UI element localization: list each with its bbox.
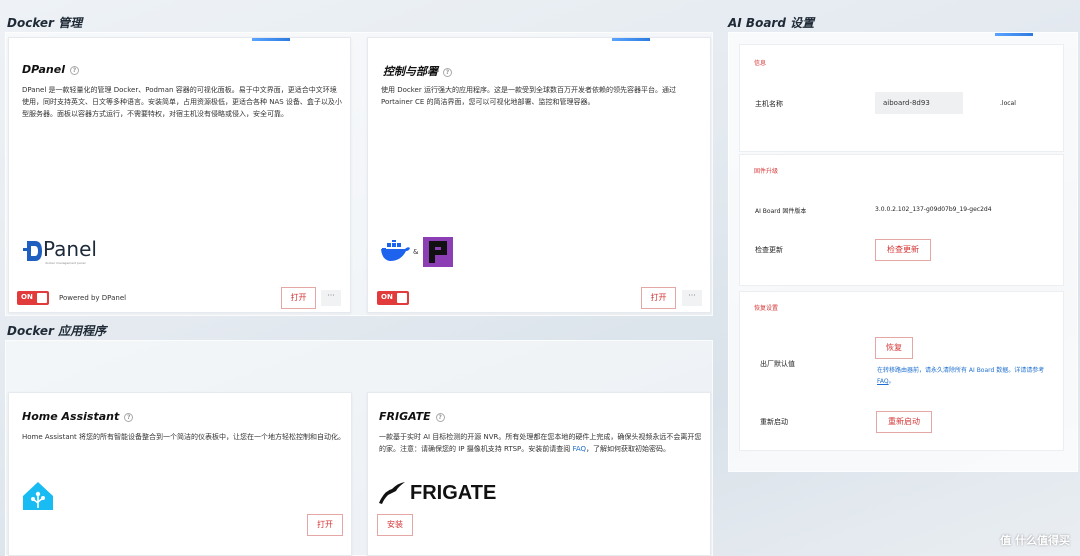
card-description: DPanel 是一款轻量化的管理 Docker、Podman 容器的可视化面板。… [22,86,342,118]
dpanel-open-button[interactable]: 打开 [281,287,316,309]
firmware-version-value: 3.0.0.2.102_137-g09d07b9_19-gec2d4 [875,206,992,213]
deploy-logos: & [381,234,461,268]
help-icon[interactable]: ? [443,67,452,77]
hostname-suffix: .local [1000,100,1016,107]
hostname-input[interactable] [875,92,963,114]
powered-by-text: Powered by DPanel [59,294,127,302]
toggle-knob [397,293,407,303]
reboot-label: 重新启动 [760,418,788,426]
docker-manage-title: Docker 管理 [7,16,83,30]
dpanel-toggle[interactable]: ON [17,291,49,305]
help-icon[interactable]: ? [124,412,134,422]
card-title: DPanel? [22,63,79,76]
faq-link[interactable]: FAQ [877,378,889,385]
frigate-bird-icon [379,482,405,504]
restore-button[interactable]: 恢复 [875,337,913,359]
ai-board-settings-title: AI Board 设置 [728,16,815,30]
home-assistant-icon [23,482,53,510]
faq-link[interactable]: FAQ [572,445,586,453]
firmware-section: 固件升级 AI Board 固件版本 3.0.0.2.102_137-g09d0… [739,154,1064,286]
desc-text: 在转移路由器前，请永久清除所有 AI Board 数据。详请请参考 [877,367,1045,374]
firmware-section-heading: 固件升级 [754,168,779,175]
dpanel-logo-subtitle: docker management panel [45,261,86,265]
restore-section: 恢复设置 出厂默认值 恢复 在转移路由器前，请永久清除所有 AI Board 数… [739,291,1064,451]
card-accent [995,33,1033,36]
home-assistant-card: Home Assistant? Home Assistant 将您的所有智能设备… [8,392,352,556]
docker-whale-icon [381,240,410,261]
frigate-logo-text: FRIGATE [410,482,497,504]
frigate-card: FRIGATE? 一款基于实时 AI 目标检测的开源 NVR。所有处理都在您本地… [367,392,711,556]
info-section-heading: 信息 [754,60,767,67]
check-update-label: 检查更新 [755,246,783,254]
card-title-text: 控制与部署 [383,65,438,78]
card-description: 使用 Docker 运行强大的应用程序。这是一款受到全球数百万开发者依赖的领先容… [381,86,676,106]
restore-section-heading: 恢复设置 [754,305,779,312]
card-description: 一款基于实时 AI 目标检测的开源 NVR。所有处理都在您本地的硬件上完成，确保… [379,431,703,455]
help-icon[interactable]: ? [435,412,445,422]
factory-default-label: 出厂默认值 [760,360,795,368]
card-title-text: Home Assistant [22,410,120,423]
desc-text: 。 [888,378,895,385]
ampersand-text: & [413,248,419,256]
card-title: 控制与部署? [383,63,452,79]
hostname-label: 主机名称 [755,100,783,108]
card-title: Home Assistant? [22,410,134,423]
dpanel-logo: Panel docker management panel [23,237,113,269]
card-title: FRIGATE? [379,410,445,423]
dpanel-logo-text: Panel [43,237,97,261]
factory-reset-description: 在转移路由器前，请永久清除所有 AI Board 数据。详请请参考 FAQ。 [877,365,1057,387]
desc-text: ，了解如何获取初始密码。 [586,445,671,453]
card-accent [612,38,650,41]
deploy-toggle[interactable]: ON [377,291,409,305]
frigate-logo: FRIGATE [378,481,498,507]
docker-apps-title: Docker 应用程序 [7,324,107,338]
deploy-more-button[interactable]: ··· [682,290,702,306]
deploy-card: 控制与部署? 使用 Docker 运行强大的应用程序。这是一款受到全球数百万开发… [367,37,711,313]
toggle-label: ON [21,293,33,301]
firmware-version-label: AI Board 固件版本 [755,208,807,215]
info-section: 信息 主机名称 .local [739,44,1064,152]
card-title-text: FRIGATE [379,410,431,423]
card-title-text: DPanel [22,63,65,76]
watermark: 值 什么值得买 [1000,534,1070,547]
dpanel-more-button[interactable]: ··· [321,290,341,306]
reboot-button[interactable]: 重新启动 [876,411,932,433]
deploy-open-button[interactable]: 打开 [641,287,676,309]
dpanel-card: DPanel? DPanel 是一款轻量化的管理 Docker、Podman 容… [8,37,351,313]
card-accent [252,38,290,41]
dpanel-logo-icon [23,241,42,261]
frigate-install-button[interactable]: 安装 [377,514,413,536]
card-description: Home Assistant 将您的所有智能设备整合到一个简洁的仪表板中，让您在… [22,433,346,441]
help-icon[interactable]: ? [69,65,79,75]
toggle-label: ON [381,293,393,301]
home-assistant-open-button[interactable]: 打开 [307,514,343,536]
check-update-button[interactable]: 检查更新 [875,239,931,261]
portainer-logo-icon [423,237,453,267]
toggle-knob [37,293,47,303]
